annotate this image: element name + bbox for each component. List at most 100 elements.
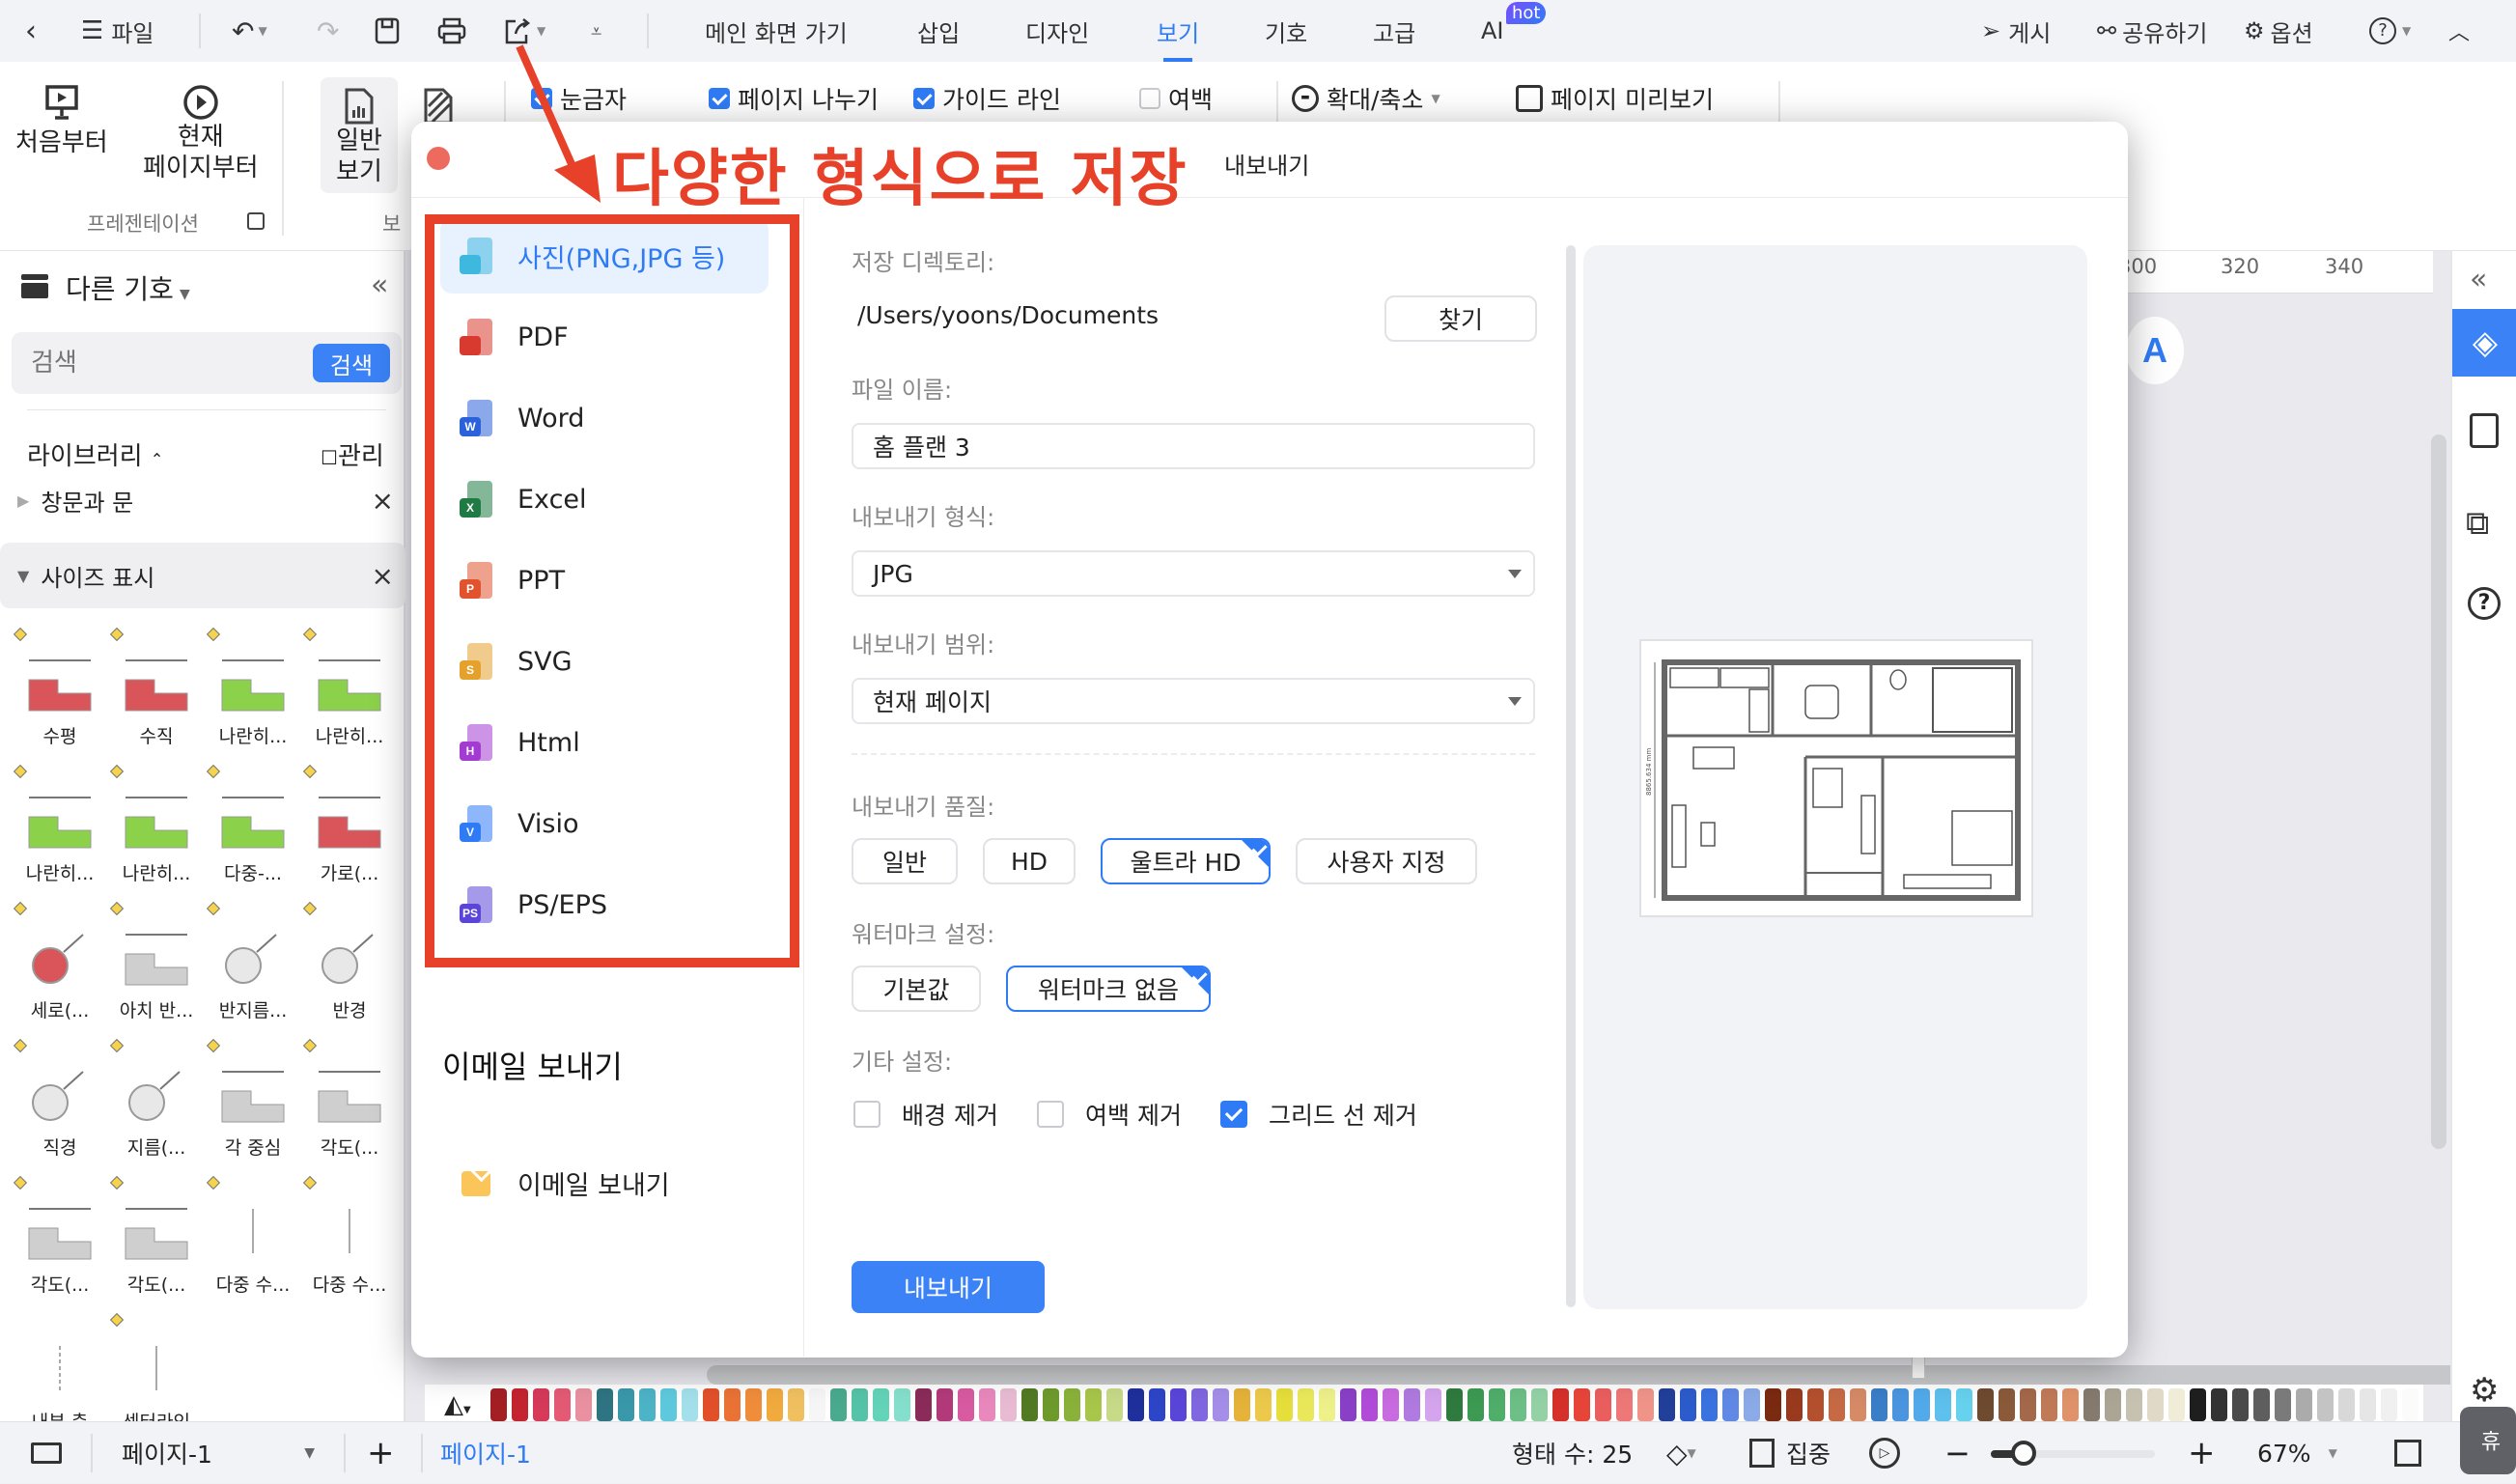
color-swatch[interactable] (1765, 1388, 1781, 1421)
back-chevron-icon[interactable]: ‹ (25, 0, 37, 62)
color-swatch[interactable] (1956, 1388, 1972, 1421)
tab-ai[interactable]: AI (1481, 0, 1504, 62)
share-button[interactable]: ⚯ 공유하기 (2097, 0, 2207, 62)
fit-page-icon[interactable] (2394, 1422, 2421, 1484)
format-item-ppt[interactable]: P PPT (440, 543, 769, 618)
color-swatch[interactable] (1829, 1388, 1845, 1421)
color-swatch[interactable] (1468, 1388, 1484, 1421)
tab-design[interactable]: 디자인 (1025, 0, 1089, 62)
search-input[interactable] (31, 346, 282, 380)
remove-margin-option[interactable]: 여백 제거 (1037, 1097, 1182, 1132)
color-swatch[interactable] (1871, 1388, 1887, 1421)
format-item-visio[interactable]: V Visio (440, 786, 769, 861)
color-swatch[interactable] (2062, 1388, 2079, 1421)
checkbox-checked[interactable] (709, 88, 730, 109)
close-icon[interactable]: × (372, 560, 394, 592)
color-swatch[interactable] (2232, 1388, 2249, 1421)
color-swatch[interactable] (1999, 1388, 2015, 1421)
page-preview-button[interactable]: 페이지 미리보기 (1516, 81, 1714, 116)
color-swatch[interactable] (1128, 1388, 1144, 1421)
tab-home[interactable]: 메인 화면 가기 (705, 0, 848, 62)
close-icon[interactable]: × (372, 485, 394, 517)
options-button[interactable]: ⚙ 옵션 (2244, 0, 2313, 62)
color-swatch[interactable] (1489, 1388, 1505, 1421)
color-swatch[interactable] (1276, 1388, 1293, 1421)
page-break-checkbox[interactable]: 페이지 나누기 (709, 81, 879, 116)
color-swatch[interactable] (1807, 1388, 1824, 1421)
browse-button[interactable]: 찾기 (1384, 295, 1537, 342)
format-item-image[interactable]: 사진(PNG,JPG 등) (440, 218, 769, 294)
color-swatch[interactable] (1637, 1388, 1654, 1421)
settings-gear-icon[interactable]: ⚙ (2470, 1371, 2499, 1410)
color-swatch[interactable] (1510, 1388, 1526, 1421)
tab-insert[interactable]: 삽입 (917, 0, 960, 62)
remove-background-option[interactable]: 배경 제거 (853, 1097, 998, 1132)
guide-line-checkbox[interactable]: 가이드 라인 (913, 81, 1061, 116)
fill-style-icon[interactable]: ◈ (2452, 309, 2516, 377)
color-swatch[interactable] (575, 1388, 592, 1421)
color-swatch[interactable] (1701, 1388, 1718, 1421)
checkbox-unchecked[interactable] (1139, 88, 1160, 109)
color-swatch[interactable] (1574, 1388, 1590, 1421)
color-swatch[interactable] (597, 1388, 613, 1421)
library-title-dropdown[interactable]: 다른 기호 ▼ (66, 268, 190, 307)
redo-icon[interactable]: ↷ (317, 0, 339, 62)
color-swatch[interactable] (1531, 1388, 1548, 1421)
color-swatch[interactable] (1191, 1388, 1208, 1421)
color-swatch[interactable] (2338, 1388, 2355, 1421)
presentation-icon[interactable]: ⧉ (2466, 504, 2489, 543)
color-swatch[interactable] (533, 1388, 549, 1421)
color-swatch[interactable] (1106, 1388, 1123, 1421)
zoom-slider-thumb[interactable] (2011, 1441, 2036, 1466)
undo-icon[interactable]: ↶ ▼ (232, 0, 267, 62)
category-dimension-markers[interactable]: ▼ 사이즈 표시 × (0, 543, 405, 608)
color-swatch[interactable] (1744, 1388, 1760, 1421)
checkbox-checked[interactable] (913, 88, 935, 109)
color-swatch[interactable] (1914, 1388, 1930, 1421)
color-swatch[interactable] (2126, 1388, 2142, 1421)
group-dialog-launcher-icon[interactable] (247, 212, 265, 230)
format-item-html[interactable]: H Html (440, 705, 769, 780)
color-swatch[interactable] (1361, 1388, 1378, 1421)
color-swatch[interactable] (1340, 1388, 1356, 1421)
present-from-start-button[interactable]: 처음부터 (15, 83, 108, 158)
export-button[interactable]: 내보내기 (852, 1261, 1045, 1313)
color-swatch[interactable] (2211, 1388, 2227, 1421)
zoom-dropdown[interactable]: - 확대/축소 ▼ (1292, 81, 1440, 116)
color-swatch[interactable] (2020, 1388, 2036, 1421)
remove-gridlines-option[interactable]: 그리드 선 제거 (1220, 1097, 1417, 1132)
close-window-button[interactable] (427, 147, 450, 170)
color-swatch[interactable] (1043, 1388, 1059, 1421)
color-swatch[interactable] (2041, 1388, 2057, 1421)
layers-icon[interactable]: ◇ ▼ (1666, 1422, 1696, 1484)
publish-button[interactable]: ➢ 게시 (1981, 0, 2051, 62)
ai-assistant-icon[interactable]: A (2126, 317, 2184, 384)
color-swatch[interactable] (1085, 1388, 1102, 1421)
color-swatch[interactable] (745, 1388, 762, 1421)
color-swatch[interactable] (1064, 1388, 1080, 1421)
color-swatch[interactable] (979, 1388, 995, 1421)
color-swatch[interactable] (1255, 1388, 1272, 1421)
color-swatch[interactable] (1149, 1388, 1165, 1421)
watermark-none-button[interactable]: 워터마크 없음 (1006, 966, 1211, 1012)
color-swatch[interactable] (873, 1388, 889, 1421)
color-swatch[interactable] (1977, 1388, 1994, 1421)
color-swatch[interactable] (2381, 1388, 2397, 1421)
color-swatch[interactable] (724, 1388, 741, 1421)
color-swatch[interactable] (1850, 1388, 1866, 1421)
collapse-ribbon-icon[interactable]: ︿ (2448, 0, 2470, 62)
manage-library-button[interactable]: ☐관리 (321, 436, 384, 472)
color-swatch[interactable] (1404, 1388, 1420, 1421)
page-properties-icon[interactable] (2470, 413, 2499, 448)
zoom-slider[interactable] (1991, 1441, 2155, 1466)
page-panel-toggle-icon[interactable] (31, 1422, 62, 1484)
color-swatch[interactable] (512, 1388, 528, 1421)
checkbox-checked[interactable] (531, 88, 552, 109)
ruler-checkbox[interactable]: 눈금자 (531, 81, 627, 116)
format-item-svg[interactable]: S SVG (440, 624, 769, 699)
normal-view-button[interactable]: 일반 보기 (321, 77, 398, 193)
fill-bucket-icon[interactable]: ◭▼ (444, 1390, 471, 1419)
color-swatch[interactable] (2190, 1388, 2206, 1421)
collapse-panel-icon[interactable]: « (371, 268, 388, 302)
present-from-current-button[interactable]: 현재 페이지부터 (143, 83, 259, 183)
